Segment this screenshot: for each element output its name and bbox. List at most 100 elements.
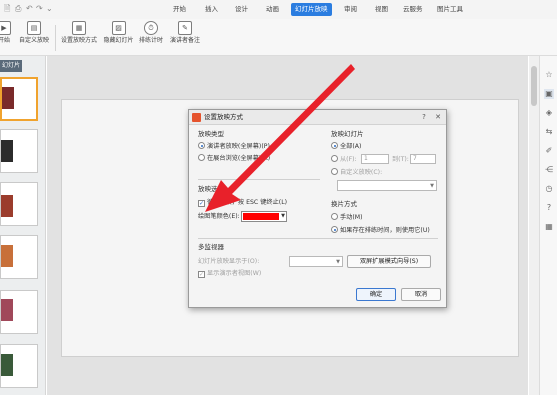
- animation-icon[interactable]: ◈: [544, 108, 554, 118]
- tab-cloud-service[interactable]: 云服务: [399, 3, 427, 16]
- customize-quick-access-icon[interactable]: ⌄: [46, 3, 53, 15]
- stopwatch-icon: ⏱: [144, 21, 158, 35]
- radio-icon: [331, 155, 338, 162]
- transition-icon[interactable]: ⇆: [544, 127, 554, 137]
- help-icon[interactable]: ?: [544, 203, 554, 213]
- share-icon[interactable]: ⋲: [544, 165, 554, 175]
- rehearse-timings-button[interactable]: ⏱ 排练计时: [137, 21, 165, 45]
- thumbnail-image: [1, 299, 13, 321]
- edit-icon[interactable]: ✐: [544, 146, 554, 156]
- show-on-label: 幻灯片放映显示于(O):: [198, 258, 260, 265]
- redo-icon[interactable]: ↷: [36, 3, 43, 15]
- tab-picture-tools[interactable]: 图片工具: [433, 3, 467, 16]
- custom-show-icon: ▤: [27, 21, 41, 35]
- thumbnail-image: [2, 87, 14, 109]
- print-icon[interactable]: ⎙: [15, 3, 21, 15]
- from-slide-option[interactable]: 从(F):: [331, 155, 357, 164]
- use-timings-option[interactable]: 如果存在排练时间，则使用它(U): [331, 226, 430, 235]
- right-side-toolbar: ☆ ▣ ◈ ⇆ ✐ ⋲ ◷ ? ▦: [539, 56, 557, 395]
- slide-thumbnail[interactable]: [0, 129, 38, 173]
- object-properties-icon[interactable]: ▣: [544, 89, 554, 99]
- setup-show-icon: ▦: [72, 21, 86, 35]
- tab-review[interactable]: 审阅: [340, 3, 361, 16]
- setup-show-button[interactable]: ▦ 设置放映方式: [59, 21, 99, 45]
- loop-until-esc-checkbox[interactable]: ✓ 循环放映，按 ESC 键终止(L): [198, 198, 287, 207]
- checkbox-icon: ✓: [198, 271, 205, 278]
- from-slide-input[interactable]: 1: [361, 154, 389, 164]
- setup-show-dialog: 设置放映方式 ? ✕ 放映类型 演讲者放映(全屏幕)(P) 在展台浏览(全屏幕)…: [188, 109, 447, 308]
- show-slides-heading: 放映幻灯片: [331, 130, 364, 138]
- show-options-heading: 放映选项: [198, 185, 224, 193]
- from-start-button[interactable]: ▶ 开始: [0, 21, 14, 45]
- close-icon[interactable]: ✕: [433, 112, 443, 122]
- radio-icon: [331, 226, 338, 233]
- to-slide-input[interactable]: 7: [410, 154, 436, 164]
- radio-icon: [331, 168, 338, 175]
- menu-tab-bar: 🗎 ⎙ ↶ ↷ ⌄ 开始 插入 设计 动画 幻灯片放映 审阅 视图 云服务 图片…: [0, 0, 557, 19]
- dialog-title-bar[interactable]: 设置放映方式 ? ✕: [189, 110, 446, 125]
- manual-advance-option[interactable]: 手动(M): [331, 213, 363, 222]
- thumbnail-image: [1, 354, 13, 376]
- pen-color-picker[interactable]: ▼: [241, 211, 287, 222]
- advance-slides-heading: 换片方式: [331, 200, 357, 208]
- slide-thumbnail[interactable]: [0, 344, 38, 388]
- slide-thumbnail-panel: 幻灯片: [0, 56, 46, 395]
- dropdown-arrow-icon: ▼: [336, 259, 340, 265]
- ribbon-divider: [55, 25, 56, 51]
- dialog-title: 设置放映方式: [204, 113, 243, 121]
- speaker-notes-button[interactable]: ✎ 演讲者备注: [168, 21, 202, 45]
- tab-home[interactable]: 开始: [169, 3, 190, 16]
- help-icon[interactable]: ?: [419, 112, 429, 122]
- presenter-view-checkbox[interactable]: ✓ 显示演示者视图(W): [198, 269, 261, 278]
- custom-show-option[interactable]: 自定义放映(C):: [331, 168, 382, 177]
- checkbox-icon: ✓: [198, 200, 205, 207]
- dual-screen-wizard-button[interactable]: 双屏扩展模式向导(S): [347, 255, 431, 268]
- speaker-show-option[interactable]: 演讲者放映(全屏幕)(P): [198, 142, 270, 151]
- app-icon: [192, 113, 201, 122]
- custom-show-button[interactable]: ▤ 自定义放映: [17, 21, 51, 45]
- radio-icon: [198, 142, 205, 149]
- hide-slide-button[interactable]: ▨ 隐藏幻灯片: [101, 21, 136, 45]
- thumbnail-image: [1, 195, 13, 217]
- all-slides-option[interactable]: 全部(A): [331, 142, 361, 151]
- divider: [198, 179, 320, 180]
- more-apps-icon[interactable]: ▦: [544, 222, 554, 232]
- scrollbar-thumb[interactable]: [531, 66, 537, 106]
- tab-view[interactable]: 视图: [371, 3, 392, 16]
- pen-color-swatch: [243, 213, 279, 220]
- tab-slide-show[interactable]: 幻灯片放映: [291, 3, 332, 16]
- radio-icon: [198, 154, 205, 161]
- shapes-icon[interactable]: ☆: [544, 70, 554, 80]
- tab-animation[interactable]: 动画: [262, 3, 283, 16]
- divider: [198, 238, 438, 239]
- custom-show-select[interactable]: ▼: [337, 180, 437, 191]
- thumbnail-image: [1, 245, 13, 267]
- ok-button[interactable]: 确定: [356, 288, 396, 301]
- tab-insert[interactable]: 插入: [201, 3, 222, 16]
- tab-design[interactable]: 设计: [231, 3, 252, 16]
- slide-thumbnail[interactable]: [0, 235, 38, 279]
- cancel-button[interactable]: 取消: [401, 288, 441, 301]
- play-icon: ▶: [0, 21, 11, 35]
- multiple-monitors-heading: 多监视器: [198, 243, 224, 251]
- slide-thumbnail[interactable]: [0, 290, 38, 334]
- radio-icon: [331, 142, 338, 149]
- pen-color-label: 绘图笔颜色(E):: [198, 213, 240, 220]
- kiosk-show-option[interactable]: 在展台浏览(全屏幕)(K): [198, 154, 270, 163]
- dropdown-arrow-icon: ▼: [430, 183, 434, 189]
- show-on-monitor-select[interactable]: ▼: [289, 256, 343, 267]
- history-icon[interactable]: ◷: [544, 184, 554, 194]
- to-slide-label: 到(T):: [392, 156, 409, 163]
- save-icon[interactable]: 🗎: [4, 3, 10, 15]
- show-type-heading: 放映类型: [198, 130, 224, 138]
- slides-panel-tab[interactable]: 幻灯片: [0, 60, 22, 72]
- hide-slide-icon: ▨: [111, 21, 126, 35]
- ribbon-toolbar: ▶ 开始 ▤ 自定义放映 ▦ 设置放映方式 ▨ 隐藏幻灯片 ⏱ 排练计时 ✎ 演…: [0, 19, 557, 56]
- slide-thumbnail[interactable]: [0, 182, 38, 226]
- dropdown-arrow-icon: ▼: [281, 213, 285, 219]
- undo-icon[interactable]: ↶: [26, 3, 33, 15]
- notes-icon: ✎: [178, 21, 192, 35]
- thumbnail-image: [1, 140, 13, 162]
- vertical-scrollbar[interactable]: [529, 56, 539, 395]
- slide-thumbnail[interactable]: [0, 77, 38, 121]
